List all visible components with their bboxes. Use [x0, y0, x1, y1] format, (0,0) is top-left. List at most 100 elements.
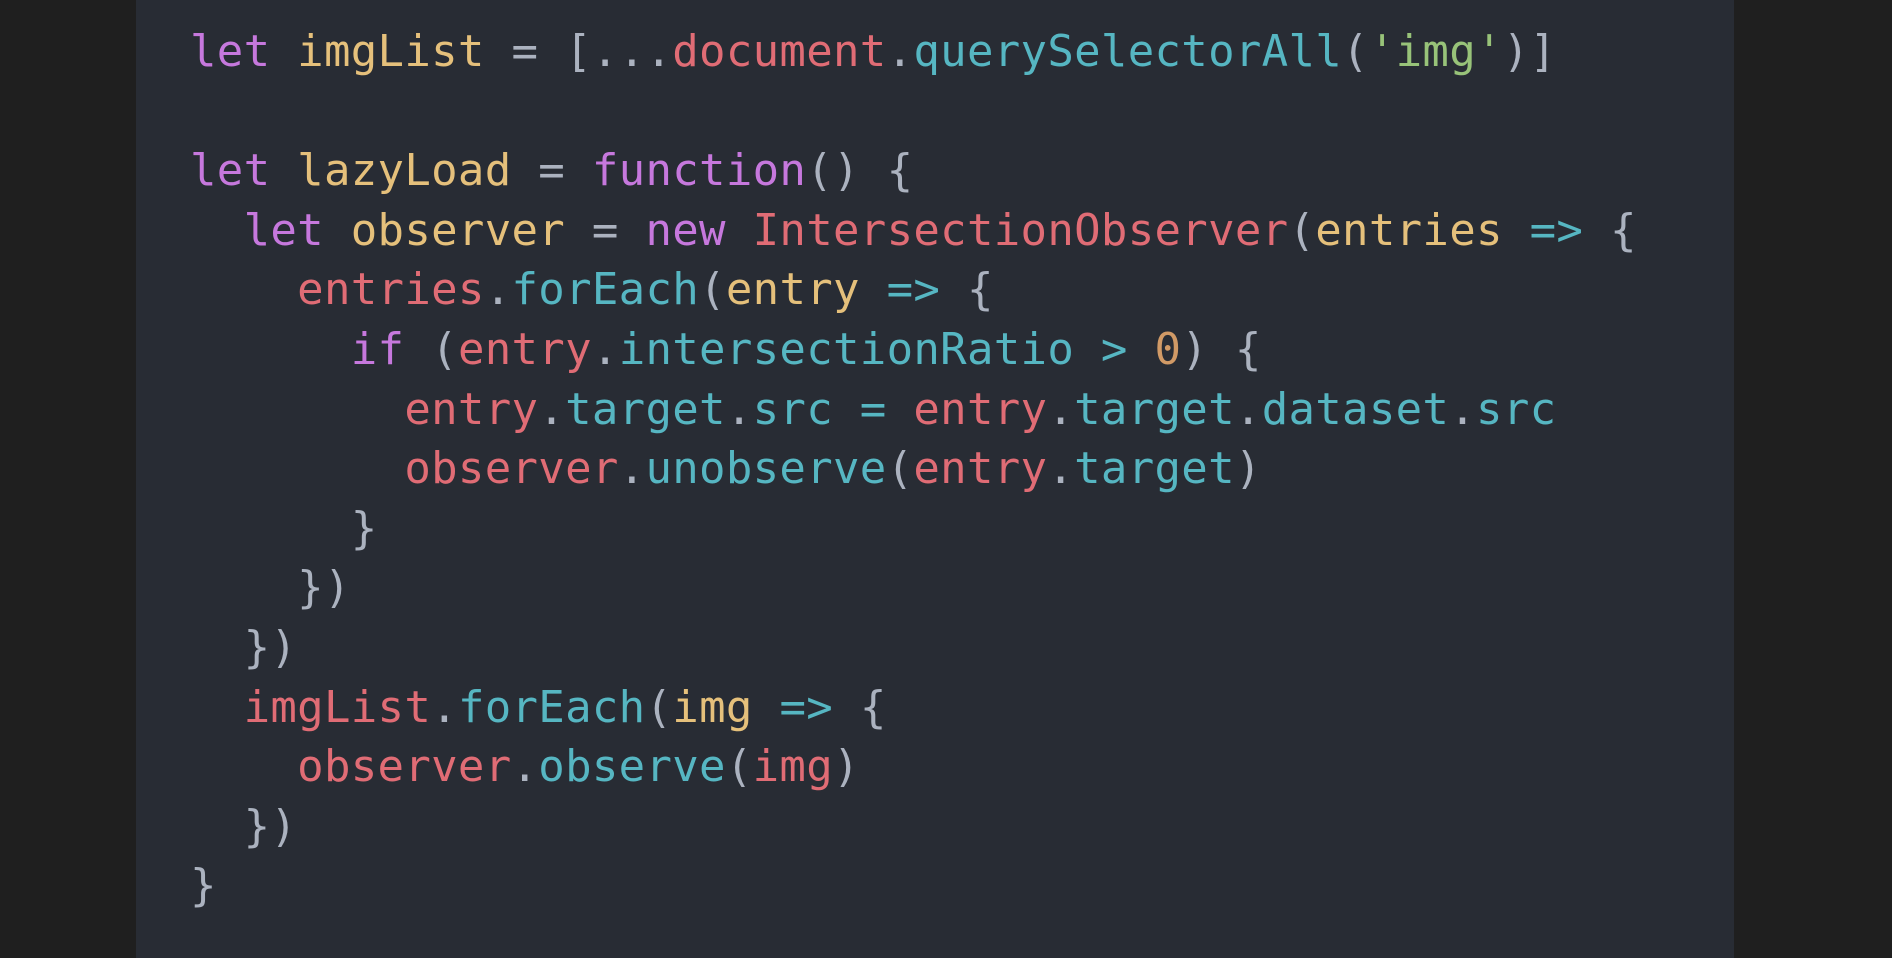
code-token: querySelectorAll	[913, 26, 1343, 77]
code-token: IntersectionObserver	[752, 204, 1289, 256]
code-token: }	[190, 860, 217, 912]
code-token: .	[1449, 383, 1477, 435]
code-token: {	[833, 681, 887, 733]
code-token: forEach	[511, 264, 700, 316]
code-line: let observer = new IntersectionObserver(…	[190, 201, 1637, 261]
code-token: if	[350, 323, 405, 375]
code-token: img	[672, 681, 753, 733]
code-token: new	[645, 204, 726, 256]
code-token: function	[591, 145, 807, 197]
code-token: (	[1342, 26, 1369, 77]
code-token: imgList	[243, 681, 432, 733]
code-token: =	[511, 145, 592, 197]
code-line: let lazyLoad = function() {	[190, 141, 1637, 201]
code-token: src	[752, 383, 833, 435]
code-token: entry	[404, 383, 539, 435]
code-token: observe	[538, 741, 726, 793]
code-token: .	[1047, 443, 1075, 495]
code-line: })	[190, 558, 1637, 618]
code-token: target	[1074, 443, 1235, 495]
code-line: let imgList = [...document.querySelector…	[190, 22, 1637, 82]
code-token: .	[618, 443, 646, 495]
code-token: imgList	[297, 26, 485, 77]
code-line: })	[190, 797, 1637, 857]
code-token: .	[725, 383, 753, 435]
code-token: =	[565, 204, 646, 256]
code-token: (	[1288, 204, 1316, 256]
code-token: observer	[297, 741, 512, 793]
code-token: })	[190, 562, 351, 614]
code-token: target	[1074, 383, 1235, 435]
code-token: })	[190, 621, 298, 673]
code-token: {	[1583, 204, 1637, 256]
code-token: =>	[1529, 204, 1584, 256]
code-token: dataset	[1261, 383, 1450, 435]
code-token: >	[1100, 323, 1128, 375]
code-token: entry	[913, 383, 1048, 435]
code-token: =>	[886, 264, 941, 316]
code-token: .	[538, 383, 566, 435]
code-token: forEach	[457, 681, 646, 733]
code-token: entries	[1315, 204, 1503, 256]
video-frame: let imgList = [...document.querySelector…	[0, 0, 1892, 958]
code-token: })	[190, 800, 298, 852]
code-token: document	[672, 26, 887, 77]
code-line: }	[190, 856, 1637, 916]
code-token: (	[699, 264, 726, 316]
code-token: lazyLoad	[297, 145, 512, 197]
code-line: imgList.forEach(img => {	[190, 678, 1637, 738]
code-token: .	[886, 26, 914, 77]
code-token: =>	[779, 681, 834, 733]
code-token: .	[1234, 383, 1262, 435]
code-token: img	[752, 741, 834, 793]
code-token: (	[725, 741, 753, 793]
code-line: observer.unobserve(entry.target)	[190, 439, 1637, 499]
code-token: (	[404, 323, 458, 375]
code-token: }	[190, 502, 378, 554]
code-token: entry	[457, 323, 592, 375]
code-token: observer	[350, 204, 566, 256]
code-token: intersectionRatio	[618, 323, 1075, 375]
code-token: )	[1234, 443, 1262, 495]
code-token: (	[886, 443, 914, 495]
code-token: 'img'	[1368, 26, 1503, 77]
code-token: 0	[1154, 323, 1182, 375]
code-line: }	[190, 499, 1637, 559]
code-line: entries.forEach(entry => {	[190, 260, 1637, 320]
code-token: .	[1047, 383, 1075, 435]
code-token: entry	[725, 264, 860, 316]
code-token: .	[484, 264, 512, 316]
code-token: observer	[404, 443, 619, 495]
code-token: =	[859, 383, 887, 435]
code-token: let	[190, 145, 271, 197]
code-token: )	[833, 741, 860, 793]
code-token: {	[940, 264, 994, 316]
code-token: (	[645, 681, 673, 733]
code-token: target	[565, 383, 726, 435]
code-token: let	[243, 204, 324, 256]
code-token: entry	[913, 443, 1048, 495]
code-token: src	[1476, 383, 1557, 435]
code-line: entry.target.src = entry.target.dataset.…	[190, 380, 1637, 440]
code-token: .	[431, 681, 458, 733]
code-line: if (entry.intersectionRatio > 0) {	[190, 320, 1637, 380]
code-editor-panel: let imgList = [...document.querySelector…	[136, 0, 1734, 958]
code-token: = [...	[484, 26, 673, 77]
code-token: )]	[1502, 26, 1557, 77]
code-token: unobserve	[645, 443, 887, 495]
